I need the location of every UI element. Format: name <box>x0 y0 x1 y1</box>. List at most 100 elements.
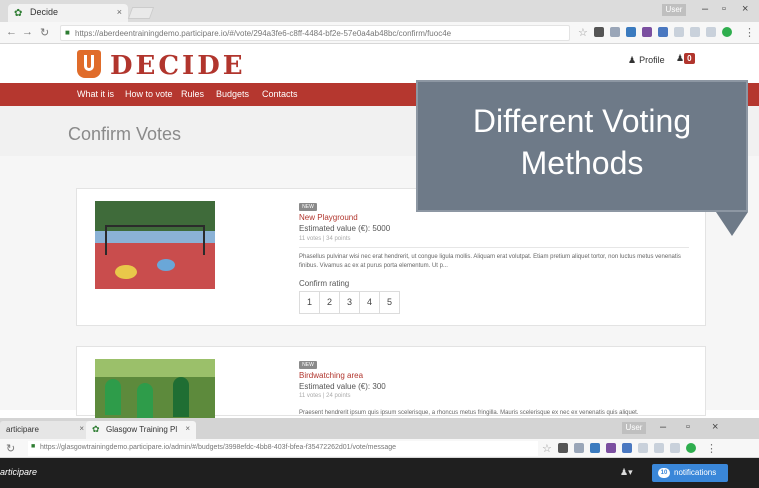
address-bar[interactable]: ■ https://glasgowtrainingdemo.participar… <box>28 441 538 456</box>
admin-app-bar: articipare ♟▾ 10 notifications <box>0 458 759 488</box>
browser-tab-title: Glasgow Training Pl <box>106 425 178 434</box>
profile-link[interactable]: ♟ Profile <box>628 55 665 66</box>
reload-icon[interactable]: ↻ <box>40 26 49 39</box>
project-description: Phasellus pulvinar wisi nec erat hendrer… <box>299 254 681 269</box>
browser-toolbar: ← → ↻ ■ https://aberdeentrainingdemo.par… <box>0 22 759 44</box>
rating-option-2[interactable]: 2 <box>319 291 340 314</box>
extension-pocket-icon[interactable] <box>658 27 668 37</box>
extension-square-icon[interactable] <box>606 443 616 453</box>
extension-page-icon[interactable] <box>690 27 700 37</box>
rating-option-1[interactable]: 1 <box>299 291 320 314</box>
decide-favicon-icon: ✿ <box>14 8 23 19</box>
rating-option-3[interactable]: 3 <box>339 291 360 314</box>
extension-shield-icon[interactable] <box>558 443 568 453</box>
browser-menu-icon[interactable]: ⋮ <box>706 442 717 455</box>
extension-square-icon[interactable] <box>642 27 652 37</box>
project-tag: NEW <box>299 203 317 211</box>
browser-user-chip[interactable]: User <box>622 422 646 434</box>
callout-pointer <box>716 212 748 236</box>
maximize-icon[interactable]: ▫ <box>722 3 726 15</box>
address-bar-url: https://aberdeentrainingdemo.participare… <box>75 29 452 38</box>
callout-line-1: Different Voting <box>472 103 692 139</box>
reload-icon[interactable]: ↻ <box>6 442 15 455</box>
second-browser-toolbar: ↻ ■ https://glasgowtrainingdemo.particip… <box>0 439 759 458</box>
browser-tab-participare[interactable]: articipare × <box>0 421 90 439</box>
close-window-icon[interactable]: × <box>712 421 718 433</box>
callout-line-2: Methods <box>520 145 644 181</box>
extension-puzzle-icon[interactable] <box>626 27 636 37</box>
nav-budgets[interactable]: Budgets <box>216 89 249 99</box>
star-icon[interactable]: ☆ <box>542 442 552 455</box>
maximize-icon[interactable]: ▫ <box>686 421 690 433</box>
notification-count-badge: 10 <box>658 468 670 478</box>
callout-box: Different Voting Methods <box>416 80 748 212</box>
project-votes: 11 votes | 34 points <box>299 236 351 242</box>
notifications-label: notifications <box>674 468 717 477</box>
project-name[interactable]: Birdwatching area <box>299 371 363 380</box>
notification-count-badge: 0 <box>684 53 695 64</box>
site-header: DECIDE ♟ Profile ♟ 0 <box>0 45 759 83</box>
close-tab-icon[interactable]: × <box>79 424 84 433</box>
nav-rules[interactable]: Rules <box>181 89 204 99</box>
extension-page-icon[interactable] <box>654 443 664 453</box>
decide-favicon-icon: ✿ <box>92 424 100 434</box>
forward-arrow-icon[interactable]: → <box>22 26 33 38</box>
rating-option-4[interactable]: 4 <box>359 291 380 314</box>
project-name[interactable]: New Playground <box>299 213 358 222</box>
extension-cast-icon[interactable] <box>674 27 684 37</box>
page-title: Confirm Votes <box>68 124 182 144</box>
browser-tab-glasgow[interactable]: ✿ Glasgow Training Pl × <box>86 421 196 439</box>
nav-contacts[interactable]: Contacts <box>262 89 298 99</box>
minimize-icon[interactable]: – <box>660 421 666 433</box>
project-tag: NEW <box>299 361 317 369</box>
project-card: NEW Birdwatching area Estimated value (€… <box>76 346 706 419</box>
close-window-icon[interactable]: × <box>742 3 748 15</box>
lock-icon: ■ <box>65 28 70 37</box>
back-arrow-icon[interactable]: ← <box>6 26 17 38</box>
callout-text: Different Voting Methods <box>418 100 746 184</box>
nav-how-to-vote[interactable]: How to vote <box>125 89 173 99</box>
notifications-button[interactable]: ♟ 0 <box>676 53 695 64</box>
extension-puzzle-icon[interactable] <box>590 443 600 453</box>
extension-grid-icon[interactable] <box>574 443 584 453</box>
extension-pocket-icon[interactable] <box>622 443 632 453</box>
browser-menu-icon[interactable]: ⋮ <box>744 26 755 39</box>
rating-selector: 1 2 3 4 5 <box>299 291 400 314</box>
notifications-button[interactable]: 10 notifications <box>652 464 728 482</box>
project-description: Praesent hendrerit ipsum quis ipsum scel… <box>299 410 639 416</box>
project-image <box>95 359 215 419</box>
extension-grid-icon[interactable] <box>610 27 620 37</box>
decide-logo-icon[interactable] <box>77 50 101 78</box>
person-icon: ♟ <box>628 55 637 65</box>
project-value: Estimated value (€): 300 <box>299 382 386 391</box>
extension-menu-icon[interactable] <box>670 443 680 453</box>
project-value: Estimated value (€): 5000 <box>299 224 391 233</box>
divider <box>299 247 689 248</box>
project-image <box>95 201 215 289</box>
close-tab-icon[interactable]: × <box>185 424 190 433</box>
participare-brand[interactable]: articipare <box>0 467 37 477</box>
extension-cast-icon[interactable] <box>638 443 648 453</box>
extension-menu-icon[interactable] <box>706 27 716 37</box>
lock-icon: ■ <box>31 443 36 450</box>
browser-tab-title: Decide <box>30 7 59 17</box>
extension-shield-icon[interactable] <box>594 27 604 37</box>
profile-label: Profile <box>639 55 665 65</box>
second-browser-tabstrip: articipare × ✿ Glasgow Training Pl × Use… <box>0 418 759 439</box>
browser-tab-decide[interactable]: ✿ Decide × <box>8 4 128 22</box>
browser-user-chip[interactable]: User <box>662 4 686 16</box>
rating-option-5[interactable]: 5 <box>379 291 400 314</box>
new-tab-button[interactable] <box>127 7 155 19</box>
minimize-icon[interactable]: – <box>702 3 708 15</box>
address-bar[interactable]: ■ https://aberdeentrainingdemo.participa… <box>60 25 570 41</box>
site-logo-text[interactable]: DECIDE <box>110 51 246 81</box>
star-icon[interactable]: ☆ <box>578 26 588 39</box>
nav-what-it-is[interactable]: What it is <box>77 89 114 99</box>
confirm-rating-label: Confirm rating <box>299 279 350 288</box>
browser-tabstrip: ✿ Decide × User – ▫ × <box>0 0 759 22</box>
close-tab-icon[interactable]: × <box>117 7 122 17</box>
extension-green-icon[interactable] <box>686 443 696 453</box>
extension-green-icon[interactable] <box>722 27 732 37</box>
user-menu-icon[interactable]: ♟▾ <box>620 467 633 478</box>
address-bar-url: https://glasgowtrainingdemo.participare.… <box>40 444 397 451</box>
